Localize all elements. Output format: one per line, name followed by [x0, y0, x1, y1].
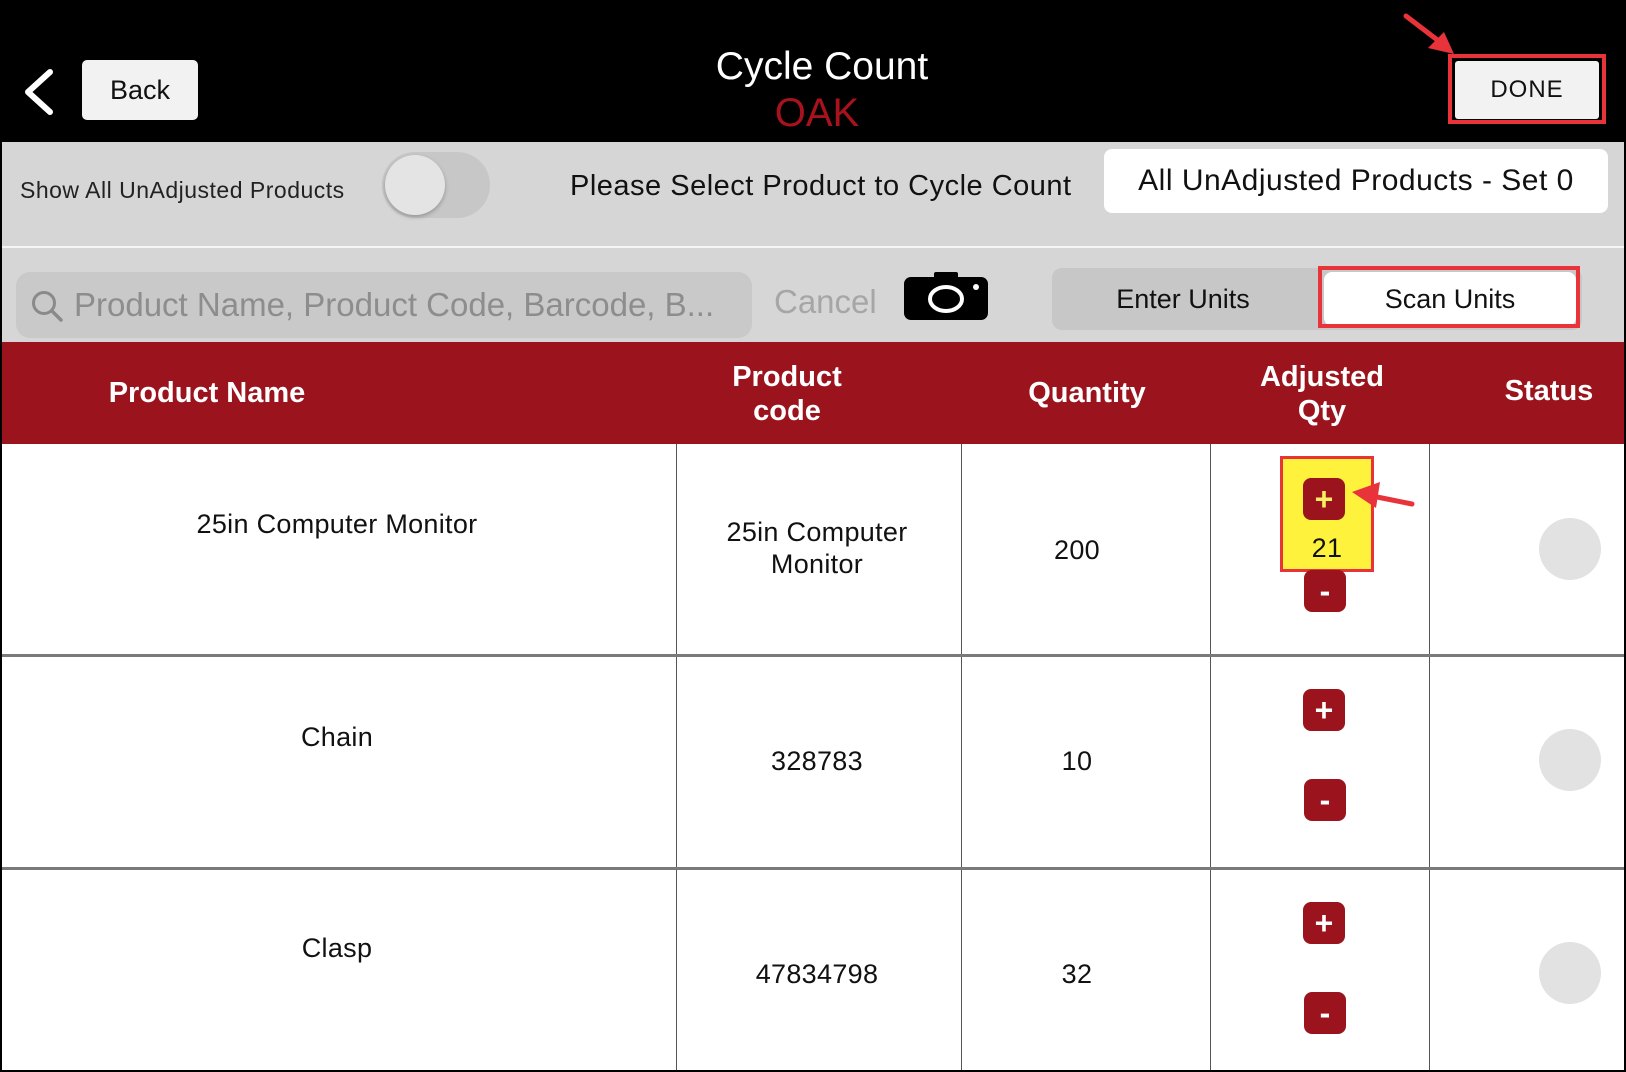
- camera-icon[interactable]: [904, 272, 988, 320]
- increase-qty-button[interactable]: +: [1303, 478, 1345, 520]
- product-code-cell: 25in Computer Monitor: [692, 516, 942, 580]
- status-circle-icon[interactable]: [1539, 729, 1601, 791]
- location-subtitle: OAK: [774, 91, 860, 135]
- column-header-adjusted-qty: Adjusted Qty: [1222, 360, 1422, 428]
- arrow-annotation-icon: [1352, 482, 1415, 508]
- adjusted-qty-value: 21: [1311, 533, 1343, 563]
- search-field: [16, 272, 752, 338]
- product-code-line1: 25in Computer: [726, 517, 908, 547]
- app-frame: Back Cycle Count OAK DONE Show All UnAdj…: [0, 0, 1626, 1072]
- column-divider: [676, 444, 677, 654]
- quantity-cell: 32: [1061, 959, 1093, 989]
- show-all-toggle[interactable]: [382, 152, 490, 218]
- column-divider: [961, 657, 962, 867]
- column-divider: [1210, 444, 1211, 654]
- search-input[interactable]: [74, 280, 744, 330]
- quantity-cell: 200: [1054, 535, 1100, 565]
- column-divider: [1210, 870, 1211, 1070]
- scan-units-highlight-box: [1318, 266, 1580, 328]
- table-row[interactable]: Chain 328783 10 + -: [2, 657, 1624, 870]
- column-divider: [961, 870, 962, 1070]
- select-prompt: Please Select Product to Cycle Count: [570, 170, 1072, 202]
- top-bar: Back Cycle Count OAK DONE: [2, 2, 1624, 142]
- decrease-qty-button[interactable]: -: [1304, 992, 1346, 1034]
- column-header-product-code-line1: Product: [732, 361, 842, 393]
- column-divider: [1429, 870, 1430, 1070]
- toggle-knob: [385, 155, 445, 215]
- product-code-line2: Monitor: [770, 549, 864, 579]
- column-divider: [676, 870, 677, 1070]
- quantity-cell: 10: [1061, 746, 1093, 776]
- table-header: Product Name Product code Quantity Adjus…: [2, 342, 1624, 444]
- increase-qty-button[interactable]: +: [1303, 902, 1345, 944]
- product-name-cell: Chain: [300, 722, 374, 752]
- decrease-qty-button[interactable]: -: [1304, 779, 1346, 821]
- search-icon: [32, 291, 63, 322]
- table-row[interactable]: Clasp 47834798 32 + -: [2, 870, 1624, 1070]
- filter-bar: Show All UnAdjusted Products Please Sele…: [2, 142, 1624, 248]
- table-row[interactable]: 25in Computer Monitor 25in Computer Moni…: [2, 444, 1624, 657]
- product-code-cell: 47834798: [755, 959, 879, 989]
- column-header-adjusted-qty-line2: Qty: [1297, 395, 1347, 427]
- back-button[interactable]: Back: [82, 60, 198, 120]
- increase-qty-button[interactable]: +: [1303, 689, 1345, 731]
- done-button[interactable]: DONE: [1455, 61, 1599, 119]
- enter-units-tab[interactable]: Enter Units: [1052, 268, 1314, 330]
- column-divider: [961, 444, 962, 654]
- show-all-label: Show All UnAdjusted Products: [20, 177, 345, 203]
- column-header-status: Status: [1504, 375, 1594, 407]
- column-header-product-name: Product Name: [108, 377, 306, 409]
- product-set-select[interactable]: All UnAdjusted Products - Set 0: [1104, 149, 1608, 213]
- decrease-qty-button[interactable]: -: [1304, 570, 1346, 612]
- cancel-button[interactable]: Cancel: [774, 280, 877, 324]
- column-divider: [1210, 657, 1211, 867]
- column-divider: [1429, 444, 1430, 654]
- column-header-product-code-line2: code: [753, 395, 821, 427]
- column-divider: [676, 657, 677, 867]
- column-divider: [1429, 657, 1430, 867]
- back-chevron-icon[interactable]: [20, 68, 60, 116]
- page-title: Cycle Count: [715, 45, 929, 88]
- product-name-cell: 25in Computer Monitor: [196, 509, 478, 539]
- product-code-cell: 328783: [771, 746, 863, 776]
- status-circle-icon[interactable]: [1539, 942, 1601, 1004]
- column-header-adjusted-qty-line1: Adjusted: [1259, 361, 1385, 393]
- column-header-quantity: Quantity: [1028, 377, 1146, 409]
- status-circle-icon[interactable]: [1539, 518, 1601, 580]
- arrow-annotation-icon: [1403, 13, 1454, 54]
- column-header-product-code: Product code: [682, 360, 892, 428]
- product-name-cell: Clasp: [301, 933, 373, 963]
